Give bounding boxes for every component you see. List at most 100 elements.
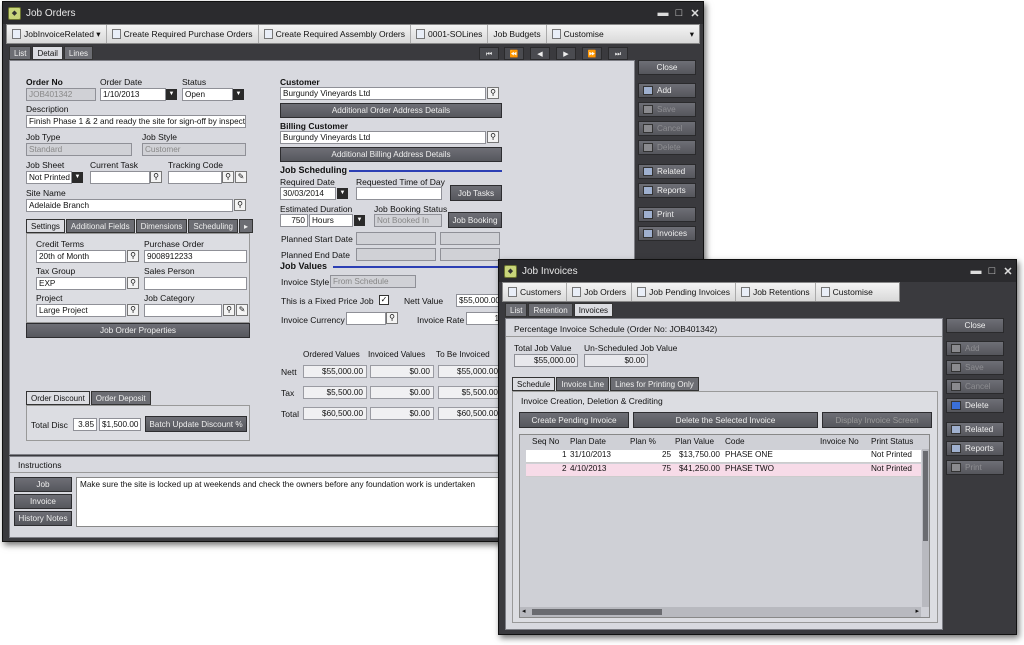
tab-invoices[interactable]: Invoices (573, 303, 614, 317)
reports-button[interactable]: Reports (638, 183, 696, 198)
planned-end-time-field[interactable] (440, 248, 500, 261)
current-task-field[interactable] (90, 171, 150, 184)
nav-next-page[interactable]: ⏩ (582, 47, 602, 60)
nav-last[interactable]: ⏭ (608, 47, 628, 60)
related-button[interactable]: Related (638, 164, 696, 179)
toolbar-job-retentions[interactable]: Job Retentions (736, 283, 816, 301)
tax-group-field[interactable]: EXP (36, 277, 126, 290)
maximize-icon[interactable]: □ (984, 265, 1000, 277)
search-icon[interactable]: ⚲ (222, 171, 234, 183)
credit-terms-field[interactable]: 20th of Month (36, 250, 126, 263)
required-date-dropdown-icon[interactable]: ▼ (337, 188, 348, 199)
toolbar-job-orders[interactable]: Job Orders (567, 283, 633, 301)
reports-button[interactable]: Reports (946, 441, 1004, 456)
cancel-button[interactable]: Cancel (946, 379, 1004, 394)
tab-scheduling[interactable]: Scheduling (188, 219, 238, 233)
sales-person-field[interactable] (144, 277, 247, 290)
tab-lines-for-printing[interactable]: Lines for Printing Only (610, 377, 699, 391)
required-date-field[interactable]: 30/03/2014 (280, 187, 336, 200)
invoice-rate-field[interactable]: 1 (466, 312, 502, 325)
scrollbar-thumb[interactable] (532, 609, 662, 615)
site-name-field[interactable]: Adelaide Branch (26, 199, 233, 212)
create-pending-invoice-button[interactable]: Create Pending Invoice (519, 412, 629, 428)
close-icon[interactable]: ✕ (1000, 265, 1016, 278)
search-icon[interactable]: ⚲ (487, 131, 499, 143)
status-select[interactable]: Open (182, 88, 233, 101)
tab-order-discount[interactable]: Order Discount (26, 391, 90, 405)
search-icon[interactable]: ⚲ (487, 87, 499, 99)
status-dropdown-icon[interactable]: ▼ (233, 89, 244, 100)
toolbar-so-lines[interactable]: 0001-SOLines (411, 25, 489, 43)
total-disc-amt-field[interactable]: $1,500.00 (99, 418, 141, 431)
close-button[interactable]: Close (946, 318, 1004, 333)
est-duration-field[interactable]: 750 (280, 214, 308, 227)
toolbar-job-pending-invoices[interactable]: Job Pending Invoices (632, 283, 736, 301)
instr-tab-job[interactable]: Job (14, 477, 72, 492)
minimize-icon[interactable]: ▬ (655, 7, 671, 19)
tab-settings[interactable]: Settings (26, 219, 65, 233)
job-sheet-select[interactable]: Not Printed (26, 171, 72, 184)
nav-first[interactable]: ⏮ (479, 47, 499, 60)
additional-order-address-button[interactable]: Additional Order Address Details (280, 103, 502, 118)
table-row[interactable]: 1 31/10/2013 25 $13,750.00 PHASE ONE Not… (526, 450, 921, 463)
job-style-field[interactable]: Customer (142, 143, 246, 156)
tab-retention[interactable]: Retention (528, 303, 573, 317)
project-field[interactable]: Large Project (36, 304, 126, 317)
planned-start-date-field[interactable] (356, 232, 436, 245)
toolbar-overflow[interactable]: ▾ (685, 25, 699, 43)
table-row[interactable]: 2 4/10/2013 75 $41,250.00 PHASE TWO Not … (526, 464, 921, 477)
tab-list[interactable]: List (505, 303, 528, 317)
horizontal-scrollbar[interactable]: ◂ ▸ (520, 607, 921, 617)
maximize-icon[interactable]: □ (671, 7, 687, 19)
order-date-dropdown-icon[interactable]: ▼ (166, 89, 177, 100)
tab-additional-fields[interactable]: Additional Fields (65, 219, 135, 233)
batch-update-discount-button[interactable]: Batch Update Discount % (145, 416, 247, 432)
search-icon[interactable]: ⚲ (234, 199, 246, 211)
job-type-field[interactable]: Standard (26, 143, 132, 156)
toolbar-create-po[interactable]: Create Required Purchase Orders (107, 25, 259, 43)
job-booking-button[interactable]: Job Booking (448, 212, 502, 228)
print-button[interactable]: Print (638, 207, 696, 222)
edit-icon[interactable]: ✎ (236, 304, 248, 316)
save-button[interactable]: Save (638, 102, 696, 117)
display-invoice-screen-button[interactable]: Display Invoice Screen (822, 412, 932, 428)
close-icon[interactable]: ✕ (687, 7, 703, 20)
vertical-scrollbar[interactable] (922, 449, 929, 607)
delete-button[interactable]: Delete (638, 140, 696, 155)
add-button[interactable]: Add (638, 83, 696, 98)
search-icon[interactable]: ⚲ (127, 304, 139, 316)
instr-tab-history-notes[interactable]: History Notes (14, 511, 72, 526)
minimize-icon[interactable]: ▬ (968, 265, 984, 277)
total-disc-pct-field[interactable]: 3.85 (73, 418, 97, 431)
scroll-right-icon[interactable]: ▸ (915, 607, 919, 617)
save-button[interactable]: Save (946, 360, 1004, 375)
est-unit-dropdown-icon[interactable]: ▼ (354, 215, 365, 226)
add-button[interactable]: Add (946, 341, 1004, 356)
search-icon[interactable]: ⚲ (223, 304, 235, 316)
toolbar-customise[interactable]: Customise (816, 283, 878, 301)
delete-selected-invoice-button[interactable]: Delete the Selected Invoice (633, 412, 818, 428)
search-icon[interactable]: ⚲ (386, 312, 398, 324)
tracking-code-field[interactable] (168, 171, 222, 184)
fixed-price-checkbox[interactable]: ✓ (379, 295, 389, 305)
booking-status-field[interactable]: Not Booked In (374, 214, 442, 227)
toolbar-create-assembly[interactable]: Create Required Assembly Orders (259, 25, 412, 43)
toolbar-job-budgets[interactable]: Job Budgets (488, 25, 547, 43)
scroll-left-icon[interactable]: ◂ (522, 607, 526, 617)
tab-lines[interactable]: Lines (63, 46, 94, 60)
scrollbar-thumb[interactable] (923, 451, 928, 541)
tab-schedule[interactable]: Schedule (512, 377, 556, 391)
instr-tab-invoice[interactable]: Invoice (14, 494, 72, 509)
tab-order-deposit[interactable]: Order Deposit (90, 391, 151, 405)
billing-customer-field[interactable]: Burgundy Vineyards Ltd (280, 131, 486, 144)
nav-next[interactable]: ▶ (556, 47, 576, 60)
tab-invoice-line[interactable]: Invoice Line (556, 377, 610, 391)
tab-scroll[interactable]: ▸ (239, 219, 254, 233)
tab-detail[interactable]: Detail (32, 46, 63, 60)
invoice-currency-field[interactable] (346, 312, 386, 325)
tab-dimensions[interactable]: Dimensions (135, 219, 188, 233)
purchase-order-field[interactable]: 9008912233 (144, 250, 247, 263)
nav-prev-page[interactable]: ⏪ (504, 47, 524, 60)
delete-button[interactable]: Delete (946, 398, 1004, 413)
cancel-button[interactable]: Cancel (638, 121, 696, 136)
